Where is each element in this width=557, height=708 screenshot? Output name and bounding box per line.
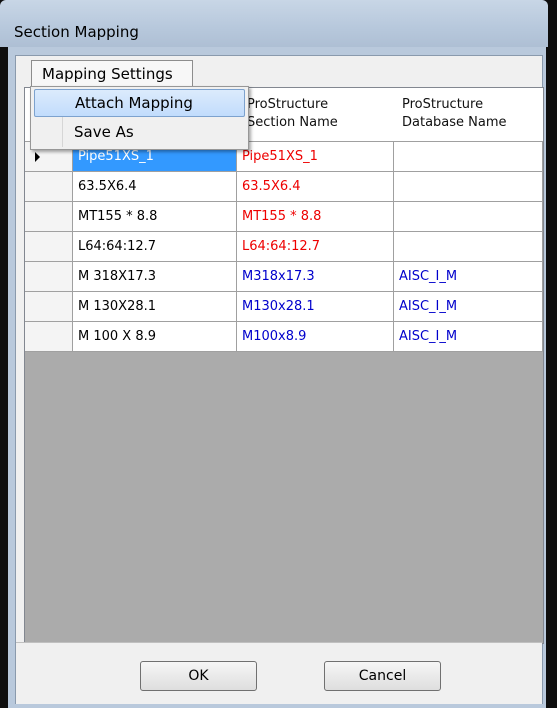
prostructure-section-cell[interactable]: M318x17.3	[237, 262, 394, 292]
table-row[interactable]: M 100 X 8.9 M100x8.9 AISC_I_M	[25, 322, 543, 352]
prostructure-section-cell[interactable]: M100x8.9	[237, 322, 394, 352]
table-row[interactable]: MT155 * 8.8 MT155 * 8.8	[25, 202, 543, 232]
ok-button[interactable]: OK	[140, 661, 257, 691]
table-row[interactable]: M 318X17.3 M318x17.3 AISC_I_M	[25, 262, 543, 292]
current-row-arrow-icon	[35, 152, 40, 162]
table-row[interactable]: L64:64:12.7 L64:64:12.7	[25, 232, 543, 262]
row-header[interactable]	[25, 262, 73, 292]
row-header[interactable]	[25, 322, 73, 352]
cancel-button[interactable]: Cancel	[324, 661, 441, 691]
dialog-client-area: Mapping Settings ProStructure Section Na…	[15, 55, 544, 704]
database-name-cell[interactable]: AISC_I_M	[394, 292, 543, 322]
prostructure-section-cell[interactable]: M130x28.1	[237, 292, 394, 322]
prostructure-section-cell[interactable]: MT155 * 8.8	[237, 202, 394, 232]
database-name-cell[interactable]: AISC_I_M	[394, 262, 543, 292]
window-title: Section Mapping	[14, 23, 139, 41]
section-mapping-window: Section Mapping Mapping Settings ProStru…	[0, 0, 557, 708]
header-prostructure-section-name[interactable]: ProStructure Section Name	[247, 96, 338, 132]
source-section-cell[interactable]: M 318X17.3	[73, 262, 237, 292]
header-prostructure-database-name[interactable]: ProStructure Database Name	[402, 96, 507, 132]
database-name-cell[interactable]	[394, 202, 543, 232]
header-label: Database Name	[402, 115, 507, 130]
mapping-settings-dropdown: Attach Mapping Save As	[30, 86, 249, 150]
menu-bar: Mapping Settings	[16, 56, 542, 88]
header-label: ProStructure	[247, 97, 329, 112]
prostructure-section-cell[interactable]: Pipe51XS_1	[237, 142, 394, 172]
row-header[interactable]	[25, 232, 73, 262]
database-name-cell[interactable]	[394, 172, 543, 202]
header-label: ProStructure	[402, 97, 484, 112]
prostructure-section-cell[interactable]: L64:64:12.7	[237, 232, 394, 262]
database-name-cell[interactable]	[394, 142, 543, 172]
button-bar: OK Cancel	[16, 642, 542, 704]
source-section-cell[interactable]: M 100 X 8.9	[73, 322, 237, 352]
source-section-cell[interactable]: M 130X28.1	[73, 292, 237, 322]
header-label: Section Name	[247, 115, 338, 130]
mapping-settings-menu[interactable]: Mapping Settings	[31, 60, 193, 87]
database-name-cell[interactable]: AISC_I_M	[394, 322, 543, 352]
table-row[interactable]: M 130X28.1 M130x28.1 AISC_I_M	[25, 292, 543, 322]
source-section-cell[interactable]: 63.5X6.4	[73, 172, 237, 202]
source-section-cell[interactable]: L64:64:12.7	[73, 232, 237, 262]
source-section-cell[interactable]: MT155 * 8.8	[73, 202, 237, 232]
row-header[interactable]	[25, 292, 73, 322]
row-header[interactable]	[25, 172, 73, 202]
title-bar: Section Mapping	[0, 0, 548, 47]
database-name-cell[interactable]	[394, 232, 543, 262]
save-as-menu-item[interactable]: Save As	[34, 118, 245, 146]
mapping-grid[interactable]: ProStructure Section Name ProStructure D…	[24, 87, 544, 644]
attach-mapping-menu-item[interactable]: Attach Mapping	[34, 89, 245, 117]
prostructure-section-cell[interactable]: 63.5X6.4	[237, 172, 394, 202]
table-row[interactable]: 63.5X6.4 63.5X6.4	[25, 172, 543, 202]
row-header[interactable]	[25, 202, 73, 232]
